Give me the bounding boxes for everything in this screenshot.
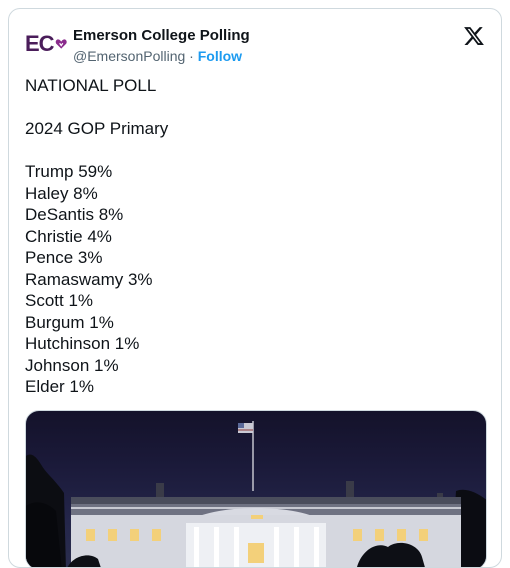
result-line: Elder 1% <box>25 377 94 396</box>
author-info: Emerson College Polling @EmersonPolling … <box>73 26 250 66</box>
result-line: Johnson 1% <box>25 355 119 375</box>
result-line: DeSantis 8% <box>25 205 124 224</box>
result-line: Ramaswamy 3% <box>25 269 153 289</box>
result-line: Hutchinson 1% <box>25 334 140 353</box>
separator: · <box>189 48 194 64</box>
post-media-image[interactable] <box>25 410 487 567</box>
result-line: Pence 3% <box>25 248 103 267</box>
white-house-night-photo-icon <box>26 421 486 567</box>
x-logo-icon[interactable] <box>463 25 485 47</box>
post-card: EC Emerson College Polling @EmersonPolli… <box>8 8 502 568</box>
author-handle[interactable]: @EmersonPolling <box>73 48 185 64</box>
result-line: Haley 8% <box>25 183 98 203</box>
author-subline: @EmersonPolling · Follow <box>73 47 250 66</box>
follow-button[interactable]: Follow <box>198 48 242 64</box>
result-line: Trump 59% <box>25 162 113 181</box>
post-text: NATIONAL POLL 2024 GOP Primary Trump 59%… <box>25 75 485 419</box>
result-line: Christie 4% <box>25 226 112 246</box>
post-title: NATIONAL POLL <box>25 76 157 95</box>
result-line: Burgum 1% <box>25 312 114 332</box>
heart-logo-icon <box>55 39 67 49</box>
post-subtitle: 2024 GOP Primary <box>25 119 169 138</box>
result-line: Scott 1% <box>25 291 94 310</box>
author-avatar[interactable]: EC <box>25 29 67 59</box>
logo-text: EC <box>25 31 55 56</box>
results-list: Trump 59% Haley 8% DeSantis 8% Christie … <box>25 161 485 398</box>
author-name[interactable]: Emerson College Polling <box>73 26 250 45</box>
post-header: EC Emerson College Polling @EmersonPolli… <box>25 25 485 65</box>
